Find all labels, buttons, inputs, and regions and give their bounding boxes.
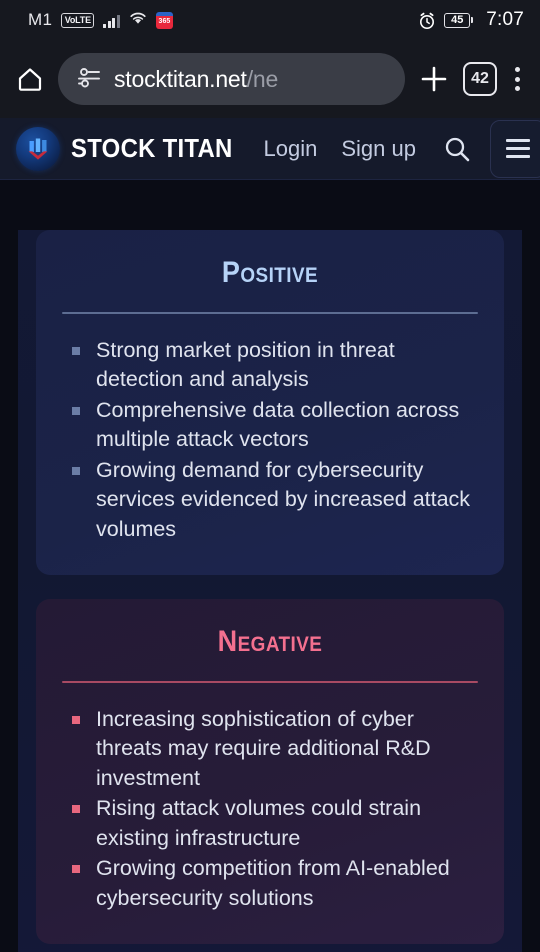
plus-icon[interactable] — [417, 62, 451, 96]
url-path: /ne — [246, 65, 279, 92]
tab-counter-button[interactable]: 42 — [463, 62, 497, 96]
positive-bullet-list: Strong market position in threat detecti… — [58, 336, 482, 545]
list-item: Growing competition from AI-enabled cybe… — [72, 854, 478, 913]
page-content: Positive Strong market position in threa… — [0, 180, 540, 952]
list-item: Growing demand for cybersecurity service… — [72, 456, 478, 545]
status-bar-right: 45 7:07 — [418, 9, 524, 31]
list-item: Rising attack volumes could strain exist… — [72, 794, 478, 853]
calendar-app-icon — [155, 11, 173, 29]
alarm-icon — [418, 12, 435, 29]
page-inner: Positive Strong market position in threa… — [18, 230, 522, 952]
list-item: Increasing sophistication of cyber threa… — [72, 705, 478, 794]
negative-bullet-list: Increasing sophistication of cyber threa… — [58, 705, 482, 914]
clock-label: 7:07 — [486, 9, 524, 30]
positive-card-title: Positive — [221, 256, 319, 289]
positive-divider — [62, 312, 478, 314]
site-header: STOCK TITAN Login Sign up — [0, 118, 540, 180]
three-dot-menu-icon[interactable] — [509, 67, 526, 91]
login-link[interactable]: Login — [252, 136, 330, 162]
url-bar[interactable]: stocktitan.net/ne — [58, 53, 405, 105]
tune-icon[interactable] — [76, 66, 102, 93]
list-item: Comprehensive data collection across mul… — [72, 396, 478, 455]
signup-link[interactable]: Sign up — [329, 136, 428, 162]
search-icon[interactable] — [428, 134, 482, 164]
brand-title[interactable]: STOCK TITAN — [71, 133, 233, 164]
url-host: stocktitan.net — [114, 65, 247, 92]
battery-percent: 45 — [444, 12, 471, 28]
carrier-label: M1 — [28, 10, 53, 29]
home-icon[interactable] — [14, 63, 46, 95]
signal-bars-icon — [103, 13, 120, 28]
positive-analysis-card: Positive Strong market position in threa… — [36, 230, 504, 575]
stock-titan-logo-icon[interactable] — [16, 126, 60, 171]
battery-icon: 45 — [444, 12, 474, 28]
wifi-icon — [129, 11, 147, 30]
status-bar: M1 VoLTE 45 — [0, 0, 540, 40]
status-bar-left: M1 VoLTE — [16, 10, 418, 30]
battery-nub — [471, 17, 474, 23]
browser-toolbar: stocktitan.net/ne 42 — [0, 40, 540, 118]
hamburger-menu-icon[interactable] — [490, 119, 540, 178]
negative-analysis-card: Negative Increasing sophistication of cy… — [36, 599, 504, 944]
negative-divider — [62, 681, 478, 683]
volte-badge: VoLTE — [61, 12, 95, 28]
list-item: Strong market position in threat detecti… — [72, 336, 478, 395]
url-text[interactable]: stocktitan.net/ne — [114, 66, 278, 93]
phone-screen: M1 VoLTE 45 — [0, 0, 540, 952]
header-nav: Login Sign up — [252, 119, 540, 178]
negative-card-title: Negative — [217, 625, 323, 658]
